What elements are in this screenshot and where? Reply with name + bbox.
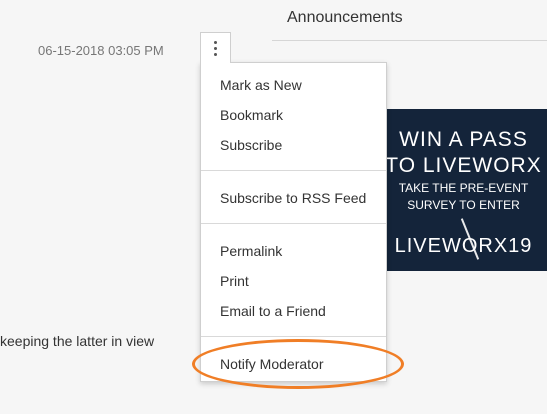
menu-divider xyxy=(201,170,386,171)
announcements-divider xyxy=(272,40,547,41)
options-dropdown-menu: Mark as New Bookmark Subscribe Subscribe… xyxy=(200,62,387,382)
menu-item-bookmark[interactable]: Bookmark xyxy=(220,107,283,123)
menu-item-subscribe[interactable]: Subscribe xyxy=(220,137,282,153)
post-timestamp: 06-15-2018 03:05 PM xyxy=(38,43,164,58)
menu-item-email-friend[interactable]: Email to a Friend xyxy=(220,303,326,319)
menu-item-print[interactable]: Print xyxy=(220,273,249,289)
banner-logo: LIVEWORX19 xyxy=(394,235,533,257)
kebab-vertical-icon xyxy=(214,46,217,50)
banner-subtext-line2: SURVEY TO ENTER xyxy=(407,198,520,212)
banner-headline-line1: WIN A PASS xyxy=(399,128,528,151)
kebab-vertical-icon xyxy=(214,52,217,56)
menu-item-notify-moderator[interactable]: Notify Moderator xyxy=(220,356,323,372)
banner-subtext-line1: TAKE THE PRE-EVENT xyxy=(398,181,529,195)
options-menu-button[interactable] xyxy=(200,32,231,63)
menu-item-mark-as-new[interactable]: Mark as New xyxy=(220,77,302,93)
menu-divider xyxy=(201,223,386,224)
banner-headline-line2: TO LIVEWORX xyxy=(385,154,542,177)
kebab-vertical-icon xyxy=(214,40,217,44)
post-body-text: keeping the latter in view xyxy=(0,333,155,349)
announcements-heading: Announcements xyxy=(287,9,403,26)
menu-item-permalink[interactable]: Permalink xyxy=(220,243,282,259)
liveworx-ad-banner[interactable]: WIN A PASS TO LIVEWORX TAKE THE PRE-EVEN… xyxy=(380,109,547,271)
menu-item-subscribe-rss[interactable]: Subscribe to RSS Feed xyxy=(220,190,366,206)
menu-divider xyxy=(201,336,386,337)
